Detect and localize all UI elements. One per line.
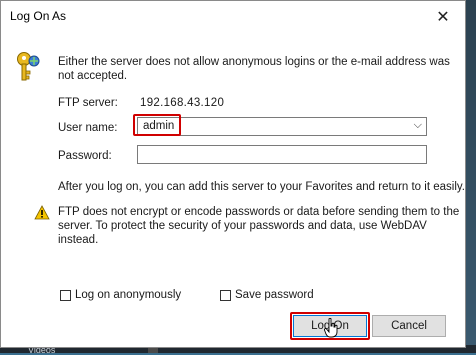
logon-dialog: Log On As ✕ Either the server does not a… [0, 0, 466, 348]
close-button[interactable]: ✕ [421, 1, 465, 32]
checkbox-box[interactable] [220, 289, 231, 301]
cancel-button[interactable]: Cancel [372, 315, 446, 337]
ftp-server-label: FTP server: [58, 97, 118, 109]
favorites-hint: After you log on, you can add this serve… [58, 181, 465, 193]
dialog-titlebar: Log On As ✕ [1, 1, 465, 32]
checkbox-box[interactable] [60, 289, 71, 301]
ftp-server-value: 192.168.43.120 [140, 97, 225, 109]
chevron-down-icon[interactable]: ⌵ [414, 119, 422, 132]
close-icon: ✕ [436, 8, 450, 26]
user-name-value[interactable]: admin [143, 120, 174, 132]
log-on-anonymously-label[interactable]: Log on anonymously [75, 289, 181, 301]
security-warning: FTP does not encrypt or encode passwords… [58, 206, 460, 246]
error-message: Either the server does not allow anonymo… [58, 56, 450, 82]
dialog-title: Log On As [10, 9, 67, 23]
key-icon [17, 52, 40, 81]
user-name-label: User name: [58, 122, 118, 134]
save-password-label[interactable]: Save password [235, 289, 314, 301]
log-on-anonymously-checkbox[interactable]: Log on anonymously [60, 289, 181, 301]
log-on-button[interactable]: Log On [293, 315, 367, 337]
password-field[interactable] [137, 145, 427, 164]
password-label: Password: [58, 150, 112, 162]
warning-icon [34, 205, 50, 220]
user-name-combobox[interactable]: admin ⌵ [137, 117, 427, 136]
save-password-checkbox[interactable]: Save password [220, 289, 314, 301]
